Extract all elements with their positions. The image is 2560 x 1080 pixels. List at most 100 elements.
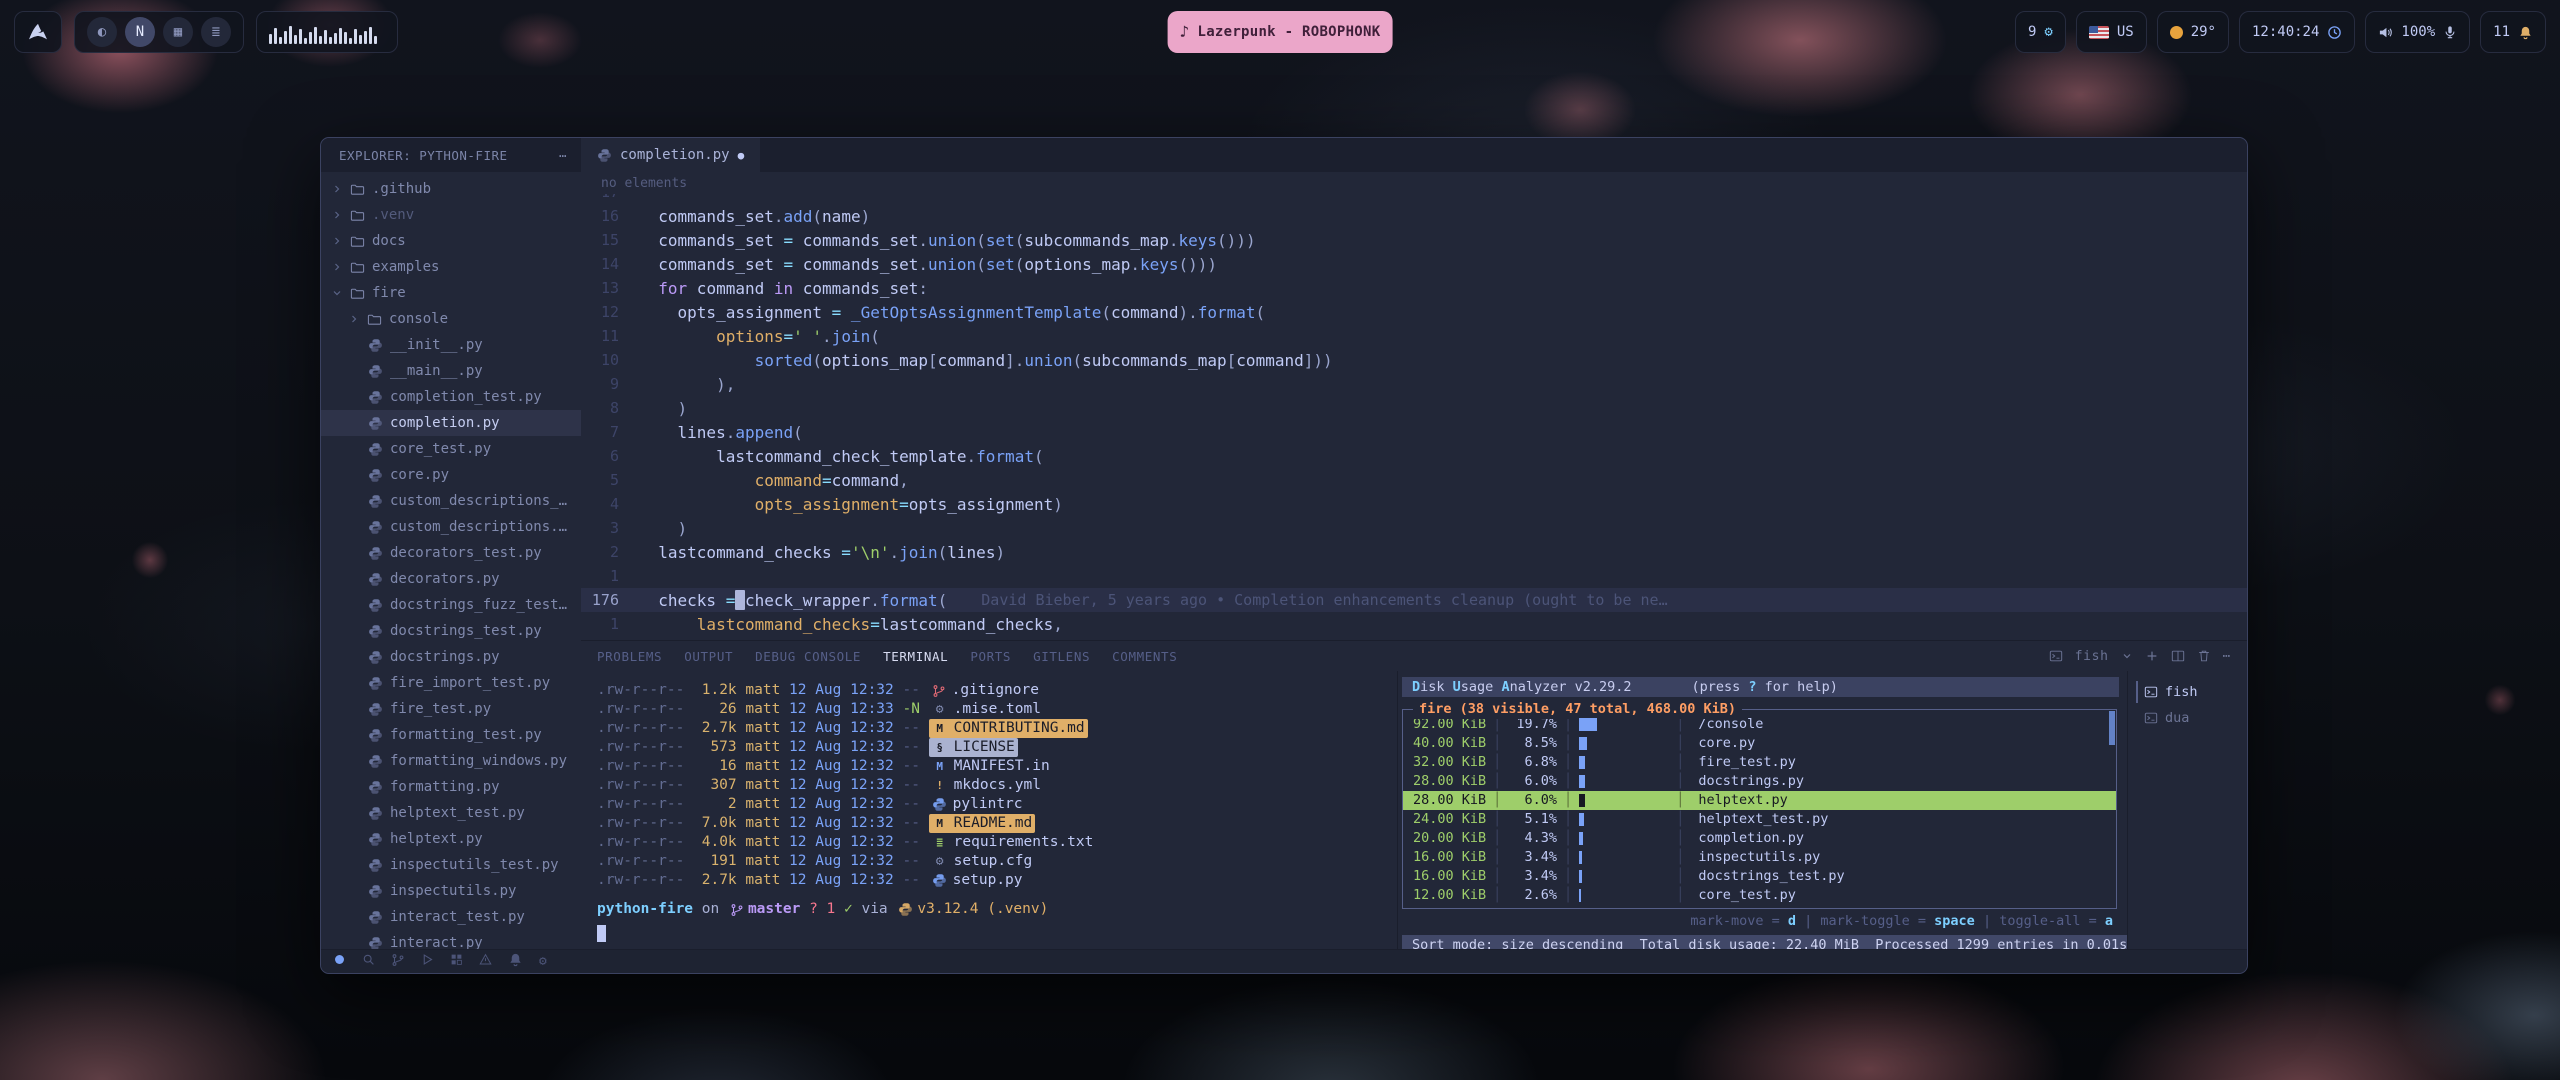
tree-item[interactable]: docstrings_test.py xyxy=(321,618,581,644)
dua-row[interactable]: 28.00 KiB│6.0%││docstrings.py xyxy=(1403,772,2116,791)
dua-row[interactable]: 16.00 KiB│3.4%││docstrings_test.py xyxy=(1403,867,2116,886)
explorer-menu-icon[interactable]: ⋯ xyxy=(559,148,567,163)
entry-bar xyxy=(1579,889,1669,902)
launcher-button[interactable] xyxy=(14,11,62,53)
keyboard-layout-widget[interactable]: US xyxy=(2076,11,2147,53)
dua-row[interactable]: 40.00 KiB│8.5%││core.py xyxy=(1403,734,2116,753)
workspace-button[interactable]: ◐ xyxy=(87,17,117,47)
python-icon xyxy=(368,858,383,873)
tree-item[interactable]: .venv xyxy=(321,202,581,228)
file-date: 12 Aug 12:32 xyxy=(789,738,902,757)
tree-item[interactable]: __main__.py xyxy=(321,358,581,384)
terminal-file-row: .rw-r--r--573matt12 Aug 12:32--§LICENSE xyxy=(597,738,1389,757)
workspace-button[interactable]: N xyxy=(125,17,155,47)
code-text: opts_assignment=opts_assignment) xyxy=(639,495,1063,514)
gear-statusbar-icon[interactable]: ⚙ xyxy=(539,954,547,969)
terminal-profile-label[interactable]: fish xyxy=(2075,649,2109,664)
play-statusbar-icon[interactable] xyxy=(421,953,434,970)
tree-item[interactable]: completion.py xyxy=(321,410,581,436)
panel-tab-problems[interactable]: PROBLEMS xyxy=(597,649,662,664)
panel-tab-ports[interactable]: PORTS xyxy=(970,649,1011,664)
terminal-pane-dua[interactable]: Disk Usage Analyzer v2.29.2(press ? for … xyxy=(1397,671,2127,949)
terminal-file-row: .rw-r--r--191matt12 Aug 12:32--⚙setup.cf… xyxy=(597,852,1389,871)
entry-bar xyxy=(1579,870,1669,883)
tree-item[interactable]: helptext_test.py xyxy=(321,800,581,826)
tree-item[interactable]: examples xyxy=(321,254,581,280)
tree-item[interactable]: fire xyxy=(321,280,581,306)
dua-row[interactable]: 32.00 KiB│6.8%││fire_test.py xyxy=(1403,753,2116,772)
tree-item[interactable]: formatting_windows.py xyxy=(321,748,581,774)
tree-item[interactable]: inspectutils_test.py xyxy=(321,852,581,878)
terminal-session-dua[interactable]: dua xyxy=(2136,707,2247,729)
tree-item[interactable]: docs xyxy=(321,228,581,254)
dua-row[interactable]: 24.00 KiB│5.1%││helptext_test.py xyxy=(1403,810,2116,829)
panel-tabbar: PROBLEMS OUTPUT DEBUG CONSOLE TERMINAL PORTS… xyxy=(581,641,2247,671)
code-editor[interactable]: 17 """16 commands_set.add(name)15 comman… xyxy=(581,194,2247,640)
updates-widget[interactable]: 9 ⚙ xyxy=(2015,11,2066,53)
tree-item[interactable]: docstrings.py xyxy=(321,644,581,670)
panel-tab-debug-console[interactable]: DEBUG CONSOLE xyxy=(755,649,861,664)
bell-statusbar-icon[interactable] xyxy=(508,952,523,971)
tree-item[interactable]: custom_descriptions_test.py xyxy=(321,488,581,514)
tab-completion-py[interactable]: completion.py ● xyxy=(581,138,761,172)
tree-item[interactable]: interact.py xyxy=(321,930,581,949)
terminal-session-fish[interactable]: fish xyxy=(2136,681,2247,703)
workspace-button[interactable]: ≣ xyxy=(201,17,231,47)
editor-cursor xyxy=(735,590,745,610)
dua-row[interactable]: 20.00 KiB│4.3%││completion.py xyxy=(1403,829,2116,848)
code-line: 4 opts_assignment=opts_assignment) xyxy=(581,492,2247,516)
clock-widget[interactable]: 12:40:24 xyxy=(2239,11,2355,53)
warn-statusbar-icon[interactable] xyxy=(479,953,492,970)
tree-item-label: inspectutils.py xyxy=(390,883,516,899)
media-player-widget[interactable]: ♪ Lazerpunk - ROBOPHONK xyxy=(1168,11,1393,53)
file-size: 16 xyxy=(693,757,737,776)
tree-item[interactable]: docstrings_fuzz_test.py xyxy=(321,592,581,618)
workspace-button[interactable]: ▦ xyxy=(163,17,193,47)
tree-item[interactable]: decorators.py xyxy=(321,566,581,592)
entry-size: 28.00 KiB xyxy=(1413,791,1486,810)
panel-tab-comments[interactable]: COMMENTS xyxy=(1112,649,1177,664)
gear-file-icon: ⚙ xyxy=(932,854,948,869)
tree-item[interactable]: custom_descriptions.py xyxy=(321,514,581,540)
tree-item[interactable]: __init__.py xyxy=(321,332,581,358)
entry-bar xyxy=(1579,718,1669,731)
terminal-pane-fish[interactable]: .rw-r--r--1.2kmatt12 Aug 12:32--.gitigno… xyxy=(581,671,1397,949)
dua-row[interactable]: 28.00 KiB│6.0%││helptext.py xyxy=(1403,791,2116,810)
profile-chevron-down-icon[interactable] xyxy=(2121,650,2133,662)
tree-item[interactable]: formatting.py xyxy=(321,774,581,800)
grid-statusbar-icon[interactable] xyxy=(450,953,463,970)
tree-item[interactable]: formatting_test.py xyxy=(321,722,581,748)
dua-row[interactable]: 12.00 KiB│2.6%││core_test.py xyxy=(1403,886,2116,905)
git-branch-statusbar-icon[interactable] xyxy=(391,953,405,971)
tree-item[interactable]: decorators_test.py xyxy=(321,540,581,566)
panel-tab-terminal[interactable]: TERMINAL xyxy=(883,649,948,664)
tree-item[interactable]: inspectutils.py xyxy=(321,878,581,904)
weather-widget[interactable]: 29° xyxy=(2157,11,2229,53)
python-icon xyxy=(368,676,383,691)
panel-tab-output[interactable]: OUTPUT xyxy=(684,649,733,664)
dua-scrollbar[interactable] xyxy=(2109,711,2115,745)
tree-item[interactable]: helptext.py xyxy=(321,826,581,852)
tree-item[interactable]: core_test.py xyxy=(321,436,581,462)
remote-statusbar-icon[interactable] xyxy=(333,953,346,970)
tree-item[interactable]: interact_test.py xyxy=(321,904,581,930)
panel-tab-gitlens[interactable]: GITLENS xyxy=(1033,649,1090,664)
python-file-icon xyxy=(597,148,612,163)
tree-item[interactable]: completion_test.py xyxy=(321,384,581,410)
audio-widget[interactable]: 100% xyxy=(2365,11,2470,53)
kill-terminal-button[interactable] xyxy=(2197,649,2211,663)
tree-item[interactable]: fire_test.py xyxy=(321,696,581,722)
tree-item[interactable]: .github xyxy=(321,176,581,202)
tree-item[interactable]: fire_import_test.py xyxy=(321,670,581,696)
tree-item[interactable]: core.py xyxy=(321,462,581,488)
notifications-widget[interactable]: 11 xyxy=(2480,11,2546,53)
new-terminal-button[interactable] xyxy=(2145,649,2159,663)
line-number: 12 xyxy=(581,303,639,321)
split-terminal-button[interactable] xyxy=(2171,649,2185,663)
tree-item-label: examples xyxy=(372,259,439,275)
dua-row[interactable]: 16.00 KiB│3.4%││inspectutils.py xyxy=(1403,848,2116,867)
folder-icon xyxy=(350,208,365,223)
panel-more-actions-button[interactable]: ⋯ xyxy=(2223,649,2231,664)
tree-item[interactable]: console xyxy=(321,306,581,332)
search-statusbar-icon[interactable] xyxy=(362,953,375,970)
